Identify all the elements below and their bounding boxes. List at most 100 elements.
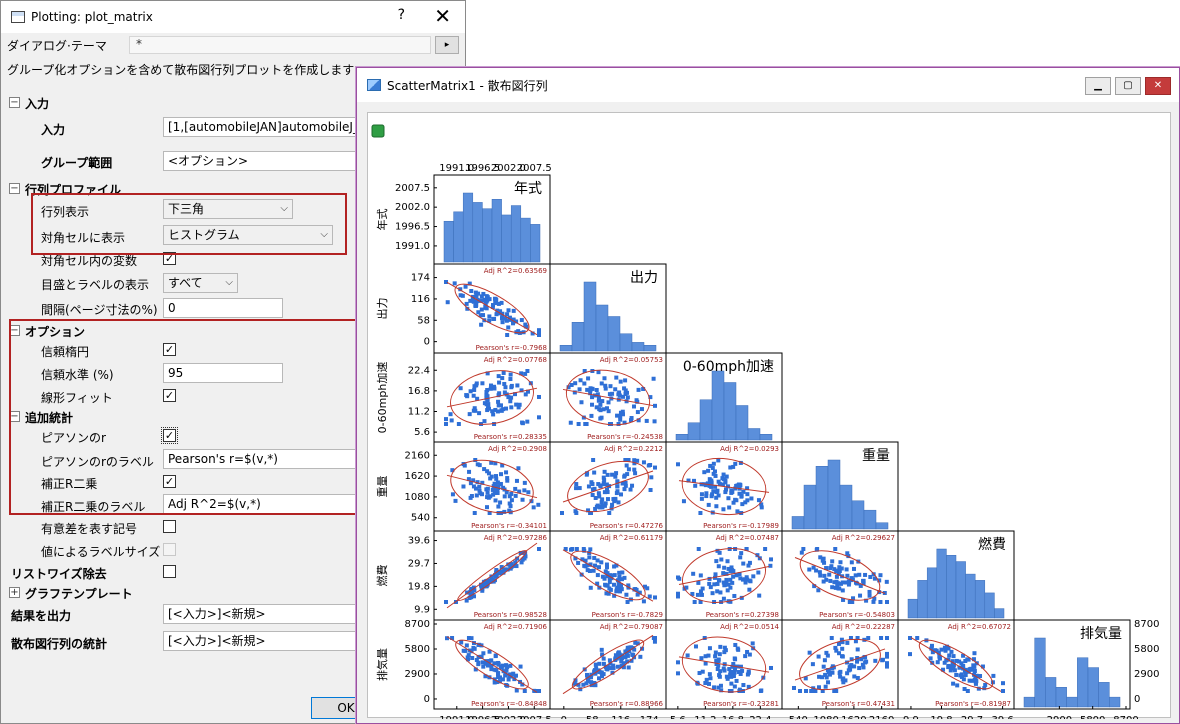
listwise-checkbox[interactable] <box>163 565 176 578</box>
scatter-point <box>584 681 589 686</box>
close-icon[interactable]: ✕ <box>434 4 451 28</box>
input-range-field[interactable]: [1,[automobileJAN]automobileJ_A <box>163 117 363 137</box>
scatter-point <box>648 488 653 493</box>
significance-checkbox[interactable] <box>163 520 176 533</box>
scatter-point <box>491 412 496 417</box>
scatter-point <box>703 654 708 659</box>
histogram-bar <box>1055 687 1067 708</box>
pearson-r-label: Pearson's r=-0.7829 <box>592 611 663 619</box>
graph-canvas[interactable]: 年式 Adj R^2=0.63569 Pearson's r=-0.7968 出力 Ad… <box>367 112 1172 719</box>
x-tick-label: 5800 <box>1080 715 1105 719</box>
scatter-point <box>951 654 956 659</box>
ticks-labels-select[interactable]: すべて ⌵ <box>163 273 238 293</box>
group-range-field[interactable]: <オプション> <box>163 151 363 171</box>
scatter-point <box>716 685 721 690</box>
adj-r2-label: Adj R^2=0.0514 <box>720 623 779 631</box>
histogram-bar <box>675 434 689 441</box>
expand-icon[interactable]: + <box>9 587 20 598</box>
scatter-point <box>608 587 613 592</box>
gap-field[interactable]: 0 <box>163 298 283 318</box>
scatter-point <box>653 465 657 470</box>
label-size-checkbox[interactable] <box>163 543 176 556</box>
scatter-point <box>604 406 609 411</box>
diagonal-title: 重量 <box>862 448 890 464</box>
scatter-point <box>697 671 702 676</box>
y-axis-title: 排気量 <box>375 648 389 681</box>
scatter-point <box>484 299 489 304</box>
scatter-point <box>729 669 734 674</box>
pearson-r-label: Pearson's r=-0.54803 <box>819 611 895 619</box>
scatter-point <box>963 673 968 678</box>
maximize-button[interactable]: ▢ <box>1115 77 1141 95</box>
scatter-point <box>885 664 889 669</box>
scatter-matrix-chart[interactable]: 年式 Adj R^2=0.63569 Pearson's r=-0.7968 出力 Ad… <box>368 113 1172 719</box>
scatter-point <box>843 678 848 683</box>
scatter-point <box>676 660 680 665</box>
scatter-point <box>602 503 607 508</box>
scatter-point <box>692 600 697 604</box>
scatter-point <box>826 680 831 685</box>
scatter-point <box>474 383 479 388</box>
scatter-point <box>596 565 601 570</box>
histogram-bar <box>453 211 464 263</box>
highlight-box <box>9 319 361 515</box>
scatter-point <box>827 672 832 677</box>
y-tick-label: 1996.5 <box>395 222 430 233</box>
scatter-point <box>978 674 983 679</box>
histogram-bar <box>643 345 657 352</box>
scatter-point <box>698 511 703 515</box>
histogram-bar <box>510 205 522 263</box>
scatter-point <box>716 493 721 498</box>
adj-r2-label: Adj R^2=0.0293 <box>720 445 779 453</box>
scatter-point <box>632 404 637 409</box>
minimize-button[interactable]: ▁ <box>1085 77 1111 95</box>
scatter-point <box>507 501 512 506</box>
histogram-bar <box>723 382 737 441</box>
scatter-point <box>743 500 748 505</box>
highlight-box <box>31 193 347 255</box>
scatter-point <box>884 579 889 584</box>
histogram-bar <box>501 214 512 263</box>
theme-field[interactable]: * <box>129 36 431 54</box>
right-tick-label: 5800 <box>1134 644 1159 655</box>
output-field[interactable]: [<入力>]<新規> <box>163 604 363 624</box>
histogram-bar <box>946 555 957 619</box>
listwise-label: リストワイズ除去 <box>11 567 107 581</box>
scatter-point <box>590 395 595 400</box>
scatter-point <box>799 550 804 555</box>
lock-icon[interactable] <box>371 124 385 138</box>
section-graph-template: グラフテンプレート <box>25 587 133 601</box>
help-icon[interactable]: ? <box>398 7 405 23</box>
scatter-point <box>982 686 987 691</box>
scatter-point <box>653 636 657 640</box>
scatter-point <box>878 573 883 578</box>
pearson-r-label: Pearson's r=0.88966 <box>590 700 664 708</box>
scatter-point <box>582 381 587 386</box>
scatter-point <box>450 492 455 497</box>
scatter-point <box>598 484 603 489</box>
collapse-icon[interactable]: − <box>9 183 20 194</box>
scatter-point <box>797 689 802 693</box>
collapse-icon[interactable]: − <box>9 97 20 108</box>
stats-output-field[interactable]: [<入力>]<新規> <box>163 631 363 651</box>
scatter-point <box>465 394 470 399</box>
x-tick-label: 8700 <box>1113 715 1138 719</box>
scatter-point <box>818 555 823 560</box>
scatter-point <box>1001 689 1005 693</box>
y-tick-label: 8700 <box>405 619 430 630</box>
scatter-point <box>866 636 871 640</box>
scatter-point <box>855 659 860 664</box>
scatter-point <box>618 379 623 384</box>
scatter-point <box>583 422 588 426</box>
theme-menu-button[interactable]: ▸ <box>435 36 459 54</box>
scatter-point <box>477 488 482 493</box>
scatter-point <box>537 415 541 420</box>
window-close-button[interactable]: ✕ <box>1145 77 1171 95</box>
stats-output-label: 散布図行列の統計 <box>11 637 108 651</box>
scatter-point <box>706 681 711 686</box>
scatter-point <box>713 473 718 478</box>
histogram-bar <box>926 567 938 619</box>
scatter-point <box>681 499 686 504</box>
scatter-point <box>702 470 707 475</box>
histogram-bar <box>735 405 749 441</box>
